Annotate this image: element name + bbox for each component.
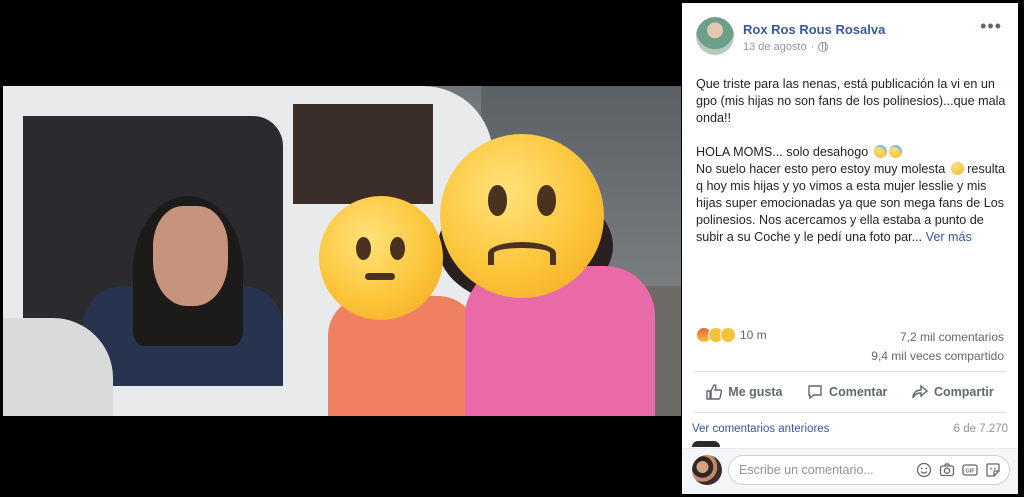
reactions-summary[interactable]: 10 m xyxy=(696,327,767,343)
share-arrow-icon xyxy=(912,384,928,399)
comment-label: Comentar xyxy=(829,385,888,399)
post-paragraph-2-body-a: No suelo hacer esto pero estoy muy moles… xyxy=(696,162,946,176)
previous-comments-link[interactable]: Ver comentarios anteriores xyxy=(692,423,829,435)
shares-count-link[interactable]: 9,4 mil veces compartido xyxy=(871,349,1004,363)
post-meta: 13 de agosto · xyxy=(743,41,829,53)
sticker-icon[interactable] xyxy=(985,462,1001,478)
comment-button[interactable]: Comentar xyxy=(807,384,887,400)
globe-icon[interactable] xyxy=(818,42,829,52)
post-date[interactable]: 13 de agosto xyxy=(743,41,807,53)
photo-viewer xyxy=(0,0,682,497)
reactions-count: 10 m xyxy=(740,328,767,342)
post-panel: Rox Ros Rous Rosalva 13 de agosto · ••• … xyxy=(682,3,1018,494)
angry-face-emoji-icon xyxy=(950,162,964,175)
face-cover-confused-emoji xyxy=(319,196,443,320)
post-body: Que triste para las nenas, está publicac… xyxy=(696,76,1006,246)
more-options-icon[interactable]: ••• xyxy=(980,17,1002,35)
post-photo[interactable] xyxy=(3,86,681,416)
sad-tear-emoji-icon xyxy=(873,145,887,158)
comment-box[interactable]: GIF xyxy=(728,455,1010,485)
comment-composer: GIF xyxy=(682,448,1018,494)
comment-input[interactable] xyxy=(739,463,919,477)
share-label: Compartir xyxy=(933,385,994,399)
camera-icon[interactable] xyxy=(939,462,955,478)
photo-woman-face xyxy=(153,206,228,306)
wow-reaction-icon xyxy=(720,327,736,343)
current-user-avatar[interactable] xyxy=(692,455,722,485)
meta-separator: · xyxy=(810,41,815,53)
gif-icon[interactable]: GIF xyxy=(962,462,978,478)
like-button[interactable]: Me gusta xyxy=(706,384,782,400)
post-header: Rox Ros Rous Rosalva 13 de agosto · ••• xyxy=(696,17,1008,57)
post-actions-bar: Me gusta Comentar Compartir xyxy=(694,371,1006,413)
svg-text:GIF: GIF xyxy=(965,469,975,475)
smiley-icon[interactable] xyxy=(916,462,932,478)
comment-avatar-peek xyxy=(692,441,720,447)
comments-count-link[interactable]: 7,2 mil comentarios xyxy=(900,330,1004,344)
post-paragraph-2: HOLA MOMS... solo desahogo No suelo hace… xyxy=(696,144,1006,246)
comment-tools: GIF xyxy=(916,462,1001,478)
like-label: Me gusta xyxy=(728,385,783,399)
share-button[interactable]: Compartir xyxy=(912,384,994,400)
face-cover-frown-emoji xyxy=(440,134,604,298)
comments-shown-count: 6 de 7.270 xyxy=(953,423,1008,435)
post-paragraph-2-title: HOLA MOMS... solo desahogo xyxy=(696,145,869,159)
speech-bubble-icon xyxy=(808,385,822,400)
author-avatar[interactable] xyxy=(696,17,734,55)
see-more-link[interactable]: Ver más xyxy=(926,230,972,244)
post-paragraph-1: Que triste para las nenas, está publicac… xyxy=(696,77,1006,125)
author-name[interactable]: Rox Ros Rous Rosalva xyxy=(743,22,885,37)
sad-tear-emoji-icon xyxy=(888,145,902,158)
thumbs-up-icon xyxy=(706,384,723,400)
car-rear-window xyxy=(293,104,433,204)
